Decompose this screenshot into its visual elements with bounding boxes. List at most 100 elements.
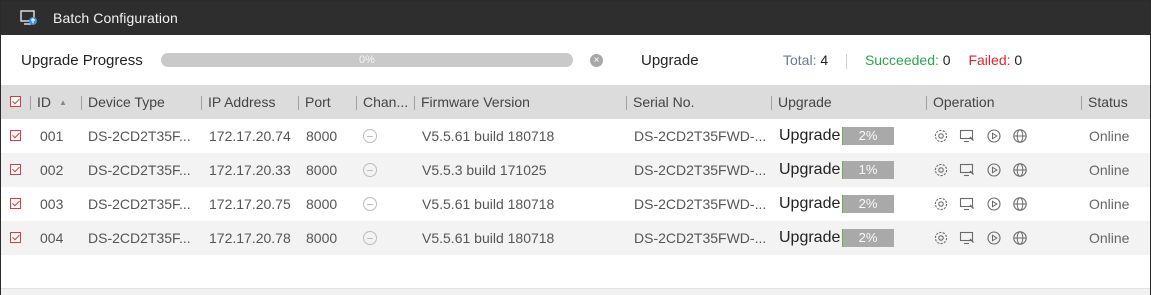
upgrade-button[interactable]: Upgrade [641,52,699,69]
row-upgrade-progress-bar: 2% [842,229,894,247]
row-upgrade-percent: 2% [858,196,878,211]
row-upgrade-percent: 2% [858,128,878,143]
cell-id: 004 [40,230,64,246]
table-header: ID ▲ Device Type IP Address Port Chan... … [1,85,1150,119]
total-count: 4 [820,52,829,68]
play-icon[interactable] [986,230,1002,246]
cell-ip-address: 172.17.20.74 [209,128,291,144]
column-header-ip[interactable]: IP Address [201,85,275,119]
upgrade-progress-bar: 0% [161,53,573,67]
total-label: Total: [783,52,817,68]
column-header-upgrade[interactable]: Upgrade [771,85,832,119]
upgrade-stats: Total: 4 Succeeded: 0 Failed: 0 [783,52,1022,69]
row-upgrade-progress-bar: 1% [842,161,894,179]
table-row[interactable]: 001 DS-2CD2T35F... 172.17.20.74 8000 V5.5.61… [1,119,1150,153]
remote-config-icon[interactable] [959,128,975,144]
table-row[interactable]: 004 DS-2CD2T35F... 172.17.20.78 8000 V5.5.61… [1,221,1150,255]
cell-serial-no: DS-2CD2T35FWD-... [634,230,767,246]
succeeded-label: Succeeded: [864,52,939,68]
cell-status: Online [1089,128,1130,144]
row-upgrade-text: Upgrade [779,127,841,144]
cell-port: 8000 [306,162,338,178]
column-header-serial-label: Serial No. [633,94,695,110]
succeeded-count: 0 [942,52,951,68]
cell-firmware-version: V5.5.61 build 180718 [422,196,555,212]
remote-config-icon[interactable] [959,162,975,178]
remote-config-icon[interactable] [959,196,975,212]
cell-device-type: DS-2CD2T35F... [88,162,191,178]
column-header-upgrade-label: Upgrade [778,94,832,110]
remote-config-icon[interactable] [959,230,975,246]
upgrade-progress-panel: Upgrade Progress 0% × Upgrade Total: 4 S… [1,35,1150,85]
column-header-serial[interactable]: Serial No. [626,85,694,119]
column-header-device-type-label: Device Type [88,94,165,110]
batch-configuration-window: Batch Configuration Upgrade Progress 0% … [0,0,1151,295]
gear-icon[interactable] [933,230,949,246]
gear-icon[interactable] [933,162,949,178]
web-icon[interactable] [1012,162,1028,178]
row-checkbox[interactable] [10,232,21,243]
horizontal-scrollbar[interactable] [1,288,1150,295]
row-upgrade-percent: 2% [858,230,878,245]
column-header-channel[interactable]: Chan... [356,85,408,119]
failed-label: Failed: [968,52,1011,68]
cell-firmware-version: V5.5.61 build 180718 [422,128,555,144]
column-header-firmware-label: Firmware Version [421,94,530,110]
column-header-ip-label: IP Address [208,94,276,110]
row-checkbox[interactable] [10,198,21,209]
table-row[interactable]: 003 DS-2CD2T35F... 172.17.20.75 8000 V5.5.61… [1,187,1150,221]
row-upgrade-progress-bar: 2% [842,127,894,145]
cell-device-type: DS-2CD2T35F... [88,196,191,212]
row-upgrade-text: Upgrade [779,161,841,178]
row-upgrade-text: Upgrade [779,229,841,246]
cancel-upgrade-icon[interactable]: × [590,54,603,67]
cell-id: 003 [40,196,64,212]
play-icon[interactable] [986,196,1002,212]
cell-port: 8000 [306,230,338,246]
web-icon[interactable] [1012,196,1028,212]
column-header-operation-label: Operation [933,94,995,110]
column-header-channel-label: Chan... [363,94,409,110]
column-header-status[interactable]: Status [1081,85,1128,119]
column-header-port-label: Port [305,94,331,110]
table-row[interactable]: 002 DS-2CD2T35F... 172.17.20.33 8000 V5.5.3 … [1,153,1150,187]
cell-serial-no: DS-2CD2T35FWD-... [634,196,767,212]
column-header-firmware[interactable]: Firmware Version [414,85,530,119]
column-header-device-type[interactable]: Device Type [81,85,165,119]
title-bar: Batch Configuration [1,1,1150,35]
channel-status-icon [363,129,377,143]
row-upgrade-text: Upgrade [779,195,841,212]
cell-port: 8000 [306,128,338,144]
play-icon[interactable] [986,162,1002,178]
cell-id: 002 [40,162,64,178]
cell-device-type: DS-2CD2T35F... [88,230,191,246]
play-icon[interactable] [986,128,1002,144]
cell-firmware-version: V5.5.61 build 180718 [422,230,555,246]
web-icon[interactable] [1012,230,1028,246]
cell-ip-address: 172.17.20.33 [209,162,291,178]
gear-icon[interactable] [933,196,949,212]
cell-serial-no: DS-2CD2T35FWD-... [634,128,767,144]
upgrade-progress-percent: 0% [359,54,375,66]
cell-id: 001 [40,128,64,144]
row-checkbox[interactable] [10,130,21,141]
cell-device-type: DS-2CD2T35F... [88,128,191,144]
row-upgrade-percent: 1% [858,162,878,177]
column-header-operation[interactable]: Operation [926,85,994,119]
channel-status-icon [363,197,377,211]
column-header-port[interactable]: Port [298,85,331,119]
stats-divider [846,53,848,69]
upgrade-progress-label: Upgrade Progress [21,52,143,69]
web-icon[interactable] [1012,128,1028,144]
select-all-checkbox[interactable] [10,96,21,107]
cell-serial-no: DS-2CD2T35FWD-... [634,162,767,178]
row-upgrade-progress-bar: 2% [842,195,894,213]
window-title: Batch Configuration [53,10,178,26]
row-checkbox[interactable] [10,164,21,175]
column-header-status-label: Status [1088,94,1128,110]
gear-icon[interactable] [933,128,949,144]
cell-status: Online [1089,162,1130,178]
column-header-id[interactable]: ID ▲ [30,85,67,119]
channel-status-icon [363,231,377,245]
cell-ip-address: 172.17.20.78 [209,230,291,246]
